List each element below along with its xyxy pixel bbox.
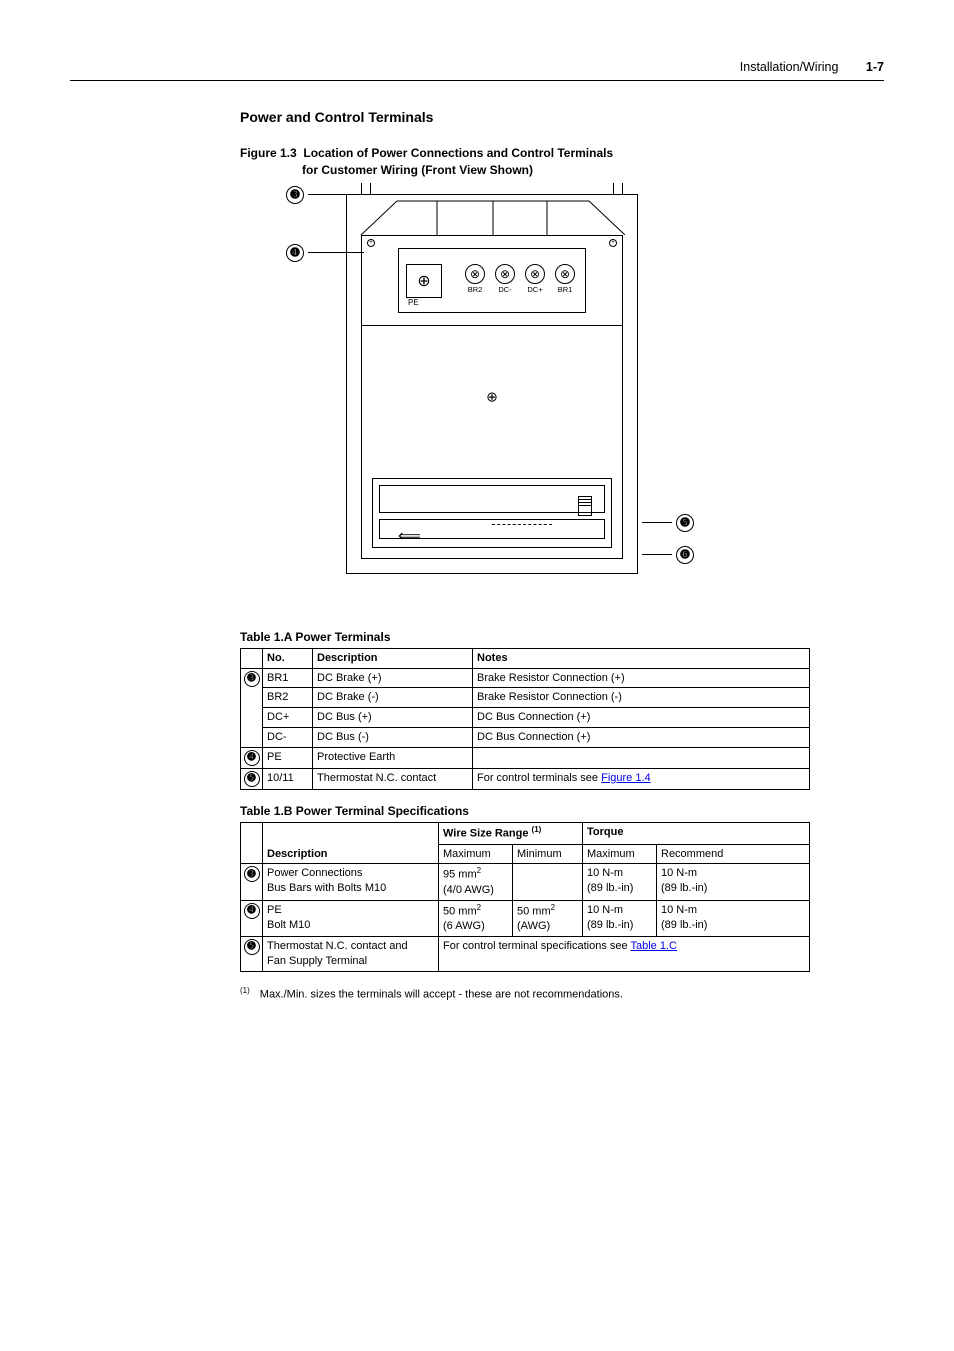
table-row: DC-DC Bus (-)DC Bus Connection (+): [241, 728, 810, 748]
table-row: ➌ BR1DC Brake (+)Brake Resistor Connecti…: [241, 668, 810, 688]
table-row: DC+DC Bus (+)DC Bus Connection (+): [241, 708, 810, 728]
label-dcm: DC-: [498, 285, 511, 294]
callout-6: ➏: [642, 546, 694, 564]
callout-4: ➍: [286, 244, 364, 262]
th-notes: Notes: [473, 648, 810, 668]
table-row: ➌ Power ConnectionsBus Bars with Bolts M…: [241, 864, 810, 900]
figure-diagram: ⊕ BR2 DC- DC+ BR1 PE ⊕ ⟸: [286, 186, 884, 616]
running-header: Installation/Wiring 1-7: [70, 60, 884, 81]
label-dcp: DC+: [527, 285, 542, 294]
figure-ref: Figure 1.3: [240, 146, 297, 160]
callout-5: ➎: [642, 514, 694, 532]
figure-title-2: for Customer Wiring (Front View Shown): [302, 162, 884, 179]
section-heading: Power and Control Terminals: [240, 109, 884, 125]
table-a-caption: Table 1.A Power Terminals: [240, 630, 884, 644]
table-b: Description Wire Size Range (1) Torque M…: [240, 822, 810, 972]
callout-3: ➌: [286, 186, 364, 204]
ground-icon: ⊕: [486, 388, 498, 405]
table-a: No. Description Notes ➌ BR1DC Brake (+)B…: [240, 648, 810, 790]
page-number: 1-7: [866, 60, 884, 74]
table-row: ➍ PEProtective Earth: [241, 748, 810, 769]
xref-figure-1-4[interactable]: Figure 1.4: [601, 772, 651, 784]
footnote: (1)Max./Min. sizes the terminals will ac…: [240, 986, 884, 1001]
label-br2: BR2: [468, 285, 483, 294]
header-section: Installation/Wiring: [740, 60, 839, 74]
table-row: ➎ 10/11Thermostat N.C. contact For contr…: [241, 769, 810, 790]
xref-table-1-c[interactable]: Table 1.C: [631, 940, 677, 952]
label-br1: BR1: [558, 285, 573, 294]
th-no: No.: [263, 648, 313, 668]
table-row: BR2DC Brake (-)Brake Resistor Connection…: [241, 688, 810, 708]
figure-caption: Figure 1.3 Location of Power Connections…: [240, 145, 884, 180]
th-desc: Description: [313, 648, 473, 668]
table-row: ➍ PEBolt M10 50 mm2(6 AWG) 50 mm2(AWG) 1…: [241, 900, 810, 936]
table-b-caption: Table 1.B Power Terminal Specifications: [240, 804, 884, 818]
label-pe: PE: [408, 298, 419, 307]
table-row: ➎ Thermostat N.C. contact andFan Supply …: [241, 937, 810, 972]
arrow-icon: ⟸: [398, 526, 421, 546]
figure-title-1: Location of Power Connections and Contro…: [303, 146, 613, 160]
